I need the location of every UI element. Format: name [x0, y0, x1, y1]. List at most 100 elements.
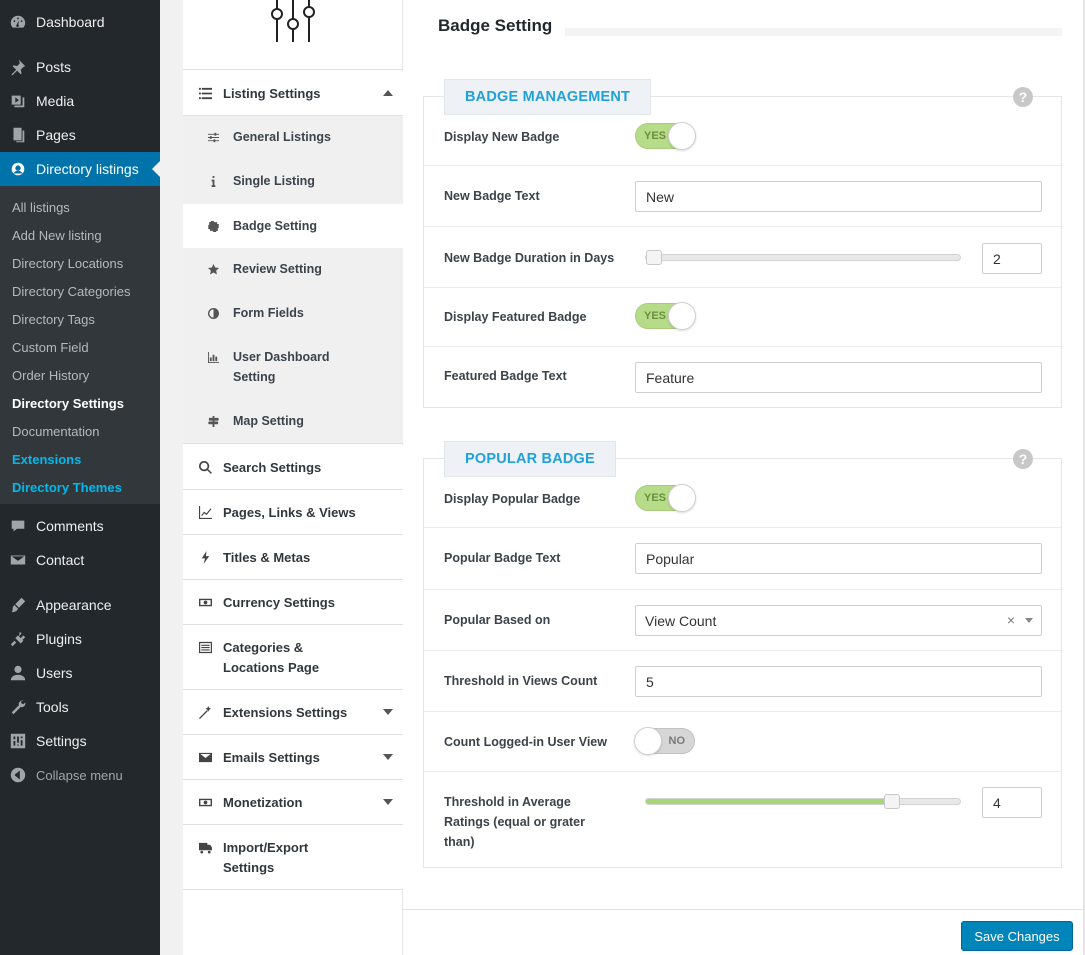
submenu-directory-categories[interactable]: Directory Categories	[12, 284, 131, 299]
listing-settings-submenu: General Listings Single Listing Badge Se…	[183, 116, 403, 444]
mail-icon	[0, 551, 36, 569]
row-popular-badge-text: Popular Badge Text	[424, 528, 1061, 590]
caret-down-icon	[383, 709, 393, 715]
field-label: Popular Badge Text	[444, 551, 561, 565]
submenu-all-listings[interactable]: All listings	[12, 200, 70, 215]
new-badge-duration-input[interactable]	[982, 243, 1042, 274]
menu-contact[interactable]: Contact	[0, 543, 160, 577]
half-circle-icon	[206, 303, 220, 323]
nav-label: Categories &	[223, 640, 304, 655]
menu-pages[interactable]: Pages	[0, 118, 160, 152]
nav-label: Import/Export	[223, 840, 309, 855]
menu-label: Posts	[36, 59, 72, 75]
nav-listing-settings[interactable]: Listing Settings	[183, 71, 403, 116]
subnav-general-listings[interactable]: General Listings	[183, 127, 403, 147]
plugin-logo	[183, 0, 403, 70]
row-display-featured-badge: Display Featured Badge YES	[424, 288, 1061, 347]
featured-badge-text-input[interactable]	[635, 362, 1042, 393]
subnav-single-listing[interactable]: Single Listing	[183, 171, 403, 191]
sliders-logo-icon	[271, 0, 315, 42]
menu-dashboard[interactable]: Dashboard	[0, 5, 160, 39]
menu-posts[interactable]: Posts	[0, 50, 160, 84]
display-featured-badge-toggle[interactable]: YES	[635, 302, 696, 330]
nav-pages-links-views[interactable]: Pages, Links & Views	[183, 490, 403, 535]
nav-monetization[interactable]: Monetization	[183, 780, 403, 825]
display-new-badge-toggle[interactable]: YES	[635, 122, 696, 150]
menu-label: Tools	[36, 699, 69, 715]
menu-label: Pages	[36, 127, 76, 143]
row-new-badge-duration: New Badge Duration in Days	[424, 227, 1061, 288]
field-label-line: than)	[444, 835, 475, 849]
subnav-user-dashboard-setting[interactable]: User Dashboard Setting	[183, 347, 403, 387]
nav-currency-settings[interactable]: Currency Settings	[183, 580, 403, 625]
menu-users[interactable]: Users	[0, 656, 160, 690]
subnav-label: General Listings	[233, 130, 331, 144]
search-icon	[197, 459, 213, 475]
submenu-directory-themes[interactable]: Directory Themes	[12, 480, 122, 495]
directory-submenu: All listings Add New listing Directory L…	[0, 186, 160, 504]
list-box-icon	[197, 639, 213, 655]
subnav-form-fields[interactable]: Form Fields	[183, 303, 403, 323]
submenu-directory-locations[interactable]: Directory Locations	[12, 256, 123, 271]
slider-handle[interactable]	[884, 794, 900, 809]
toggle-state: YES	[644, 492, 667, 504]
chevron-down-icon[interactable]	[1025, 618, 1033, 623]
clear-icon[interactable]: ×	[1007, 612, 1015, 628]
threshold-average-input[interactable]	[982, 787, 1042, 818]
nav-extensions-settings[interactable]: Extensions Settings	[183, 690, 403, 735]
row-new-badge-text: New Badge Text	[424, 166, 1061, 227]
caret-down-icon	[383, 799, 393, 805]
nav-search-settings[interactable]: Search Settings	[183, 445, 403, 490]
popular-based-on-select[interactable]: View Count ×	[635, 605, 1042, 636]
title-divider	[565, 28, 1062, 36]
nav-import-export-settings[interactable]: Import/Export Settings	[183, 825, 403, 890]
nav-label: Titles & Metas	[223, 550, 311, 565]
subnav-label: Form Fields	[233, 306, 304, 320]
menu-comments[interactable]: Comments	[0, 509, 160, 543]
menu-media[interactable]: Media	[0, 84, 160, 118]
display-popular-badge-toggle[interactable]: YES	[635, 484, 696, 512]
slider-fill	[646, 799, 892, 804]
pin-icon	[0, 58, 36, 76]
collapse-menu-button[interactable]: Collapse menu	[0, 758, 160, 792]
submenu-documentation[interactable]: Documentation	[12, 424, 99, 439]
menu-label: Collapse menu	[36, 767, 123, 783]
threshold-average-slider[interactable]	[645, 794, 961, 809]
subnav-map-setting[interactable]: Map Setting	[183, 411, 403, 431]
nav-titles-metas[interactable]: Titles & Metas	[183, 535, 403, 580]
subnav-badge-setting[interactable]: Badge Setting	[183, 204, 403, 248]
nav-categories-locations-page[interactable]: Categories & Locations Page	[183, 625, 403, 690]
dashboard-icon	[0, 13, 36, 31]
menu-plugins[interactable]: Plugins	[0, 622, 160, 656]
menu-label: Media	[36, 93, 75, 109]
submenu-add-new-listing[interactable]: Add New listing	[12, 228, 102, 243]
wand-icon	[197, 704, 213, 720]
field-label: Threshold in Average Ratings (equal or g…	[444, 792, 614, 852]
nav-label: Monetization	[223, 795, 303, 810]
save-changes-button[interactable]: Save Changes	[961, 921, 1073, 951]
submenu-custom-field[interactable]: Custom Field	[12, 340, 89, 355]
toggle-knob	[668, 484, 696, 512]
count-logged-in-toggle[interactable]: NO	[634, 727, 695, 755]
field-label: Threshold in Views Count	[444, 674, 598, 688]
nav-label: Listing Settings	[223, 86, 321, 101]
new-badge-duration-slider[interactable]	[645, 250, 961, 265]
submenu-extensions[interactable]: Extensions	[12, 452, 81, 467]
threshold-views-input[interactable]	[635, 666, 1042, 697]
popular-badge-text-input[interactable]	[635, 543, 1042, 574]
field-label: New Badge Text	[444, 189, 540, 203]
menu-appearance[interactable]: Appearance	[0, 588, 160, 622]
menu-directory-listings[interactable]: Directory listings	[0, 152, 160, 186]
nav-emails-settings[interactable]: Emails Settings	[183, 735, 403, 780]
row-display-popular-badge: Display Popular Badge YES	[424, 459, 1061, 528]
new-badge-text-input[interactable]	[635, 181, 1042, 212]
toggle-knob	[634, 727, 662, 755]
slider-handle[interactable]	[646, 250, 662, 265]
subnav-review-setting[interactable]: Review Setting	[183, 259, 403, 279]
caret-up-icon	[383, 90, 393, 96]
menu-tools[interactable]: Tools	[0, 690, 160, 724]
submenu-order-history[interactable]: Order History	[12, 368, 89, 383]
submenu-directory-settings[interactable]: Directory Settings	[12, 396, 124, 411]
menu-settings[interactable]: Settings	[0, 724, 160, 758]
submenu-directory-tags[interactable]: Directory Tags	[12, 312, 95, 327]
